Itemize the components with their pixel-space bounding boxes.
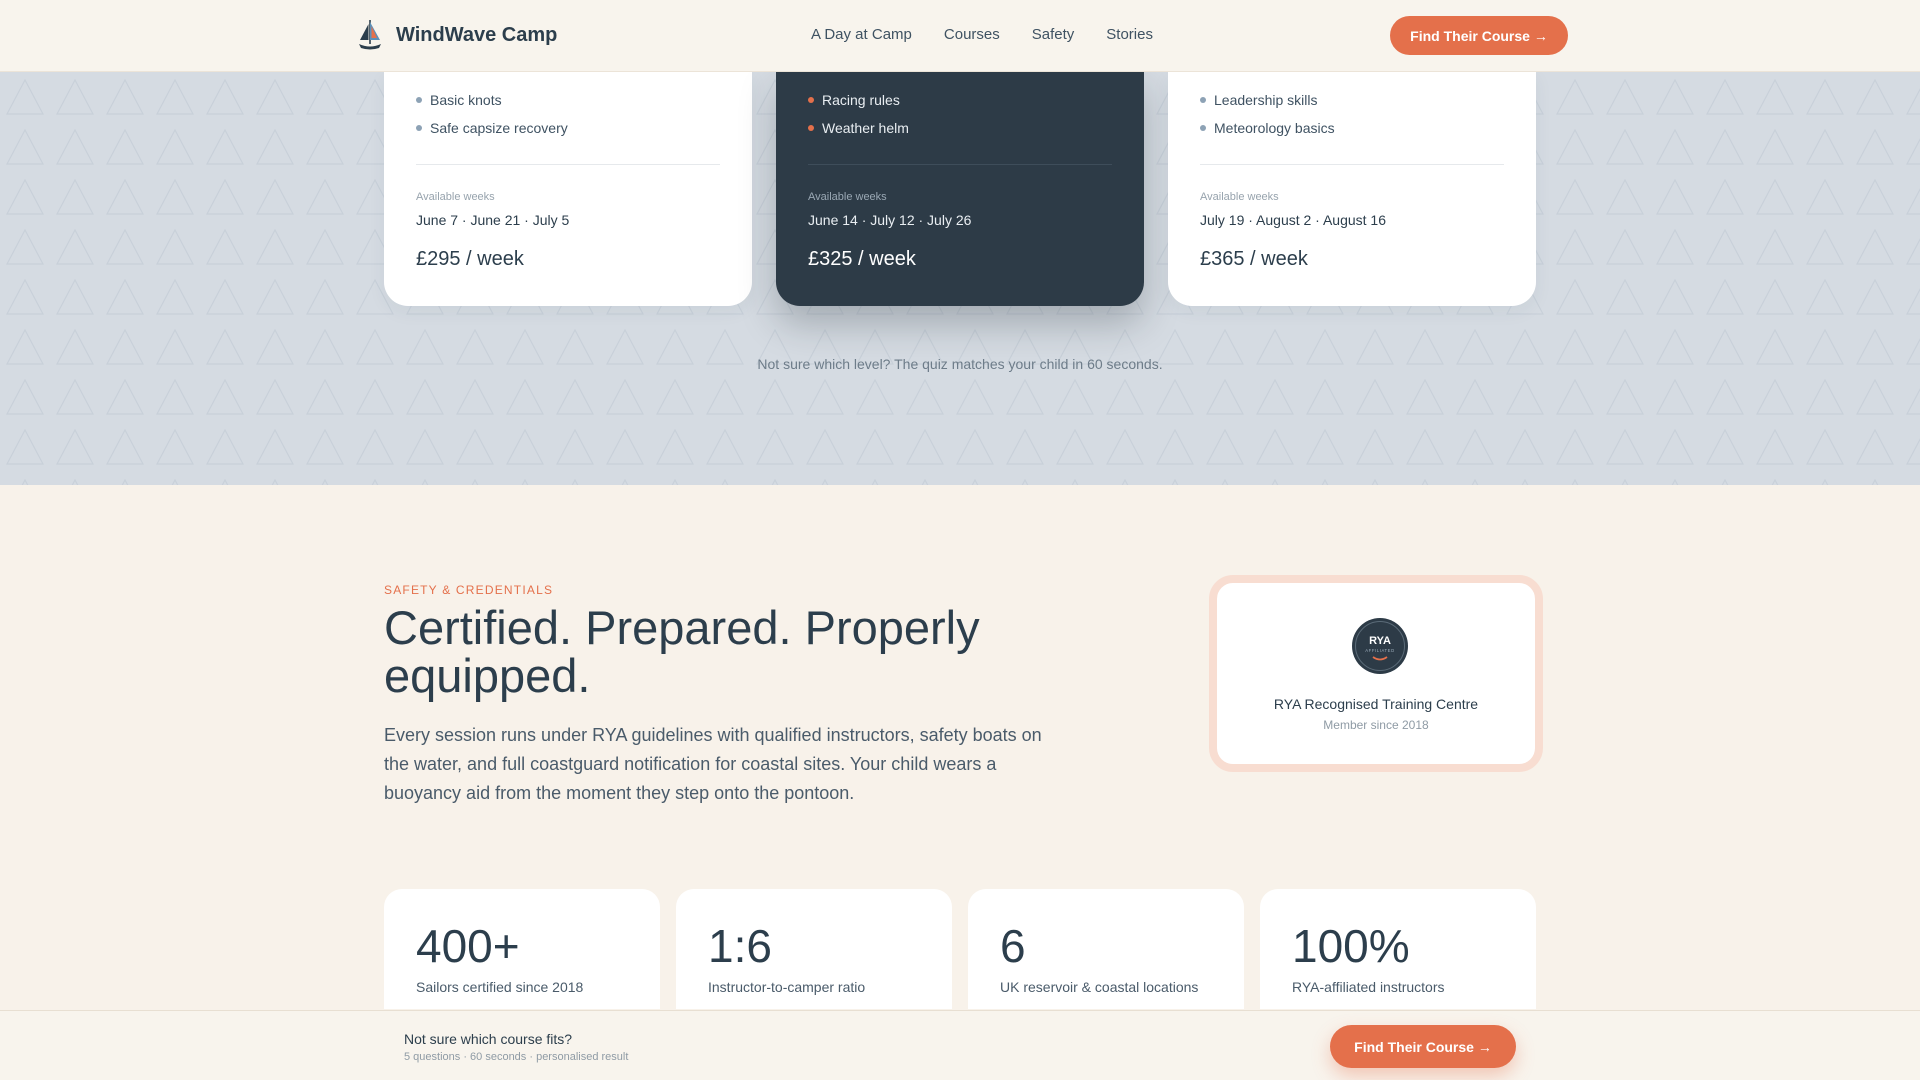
nav-link-courses[interactable]: Courses (944, 26, 1000, 43)
divider (1200, 164, 1504, 165)
course-price: £365 / week (1200, 248, 1308, 270)
weeks-value: June 14 · July 12 · July 26 (808, 212, 972, 228)
weeks-label: Available weeks (416, 191, 495, 203)
stat-card: 1:6 Instructor-to-camper ratio (676, 889, 952, 1009)
weeks-label: Available weeks (808, 191, 887, 203)
skill-item: Meteorology basics (1200, 114, 1335, 142)
course-card-beginner: Basic knots Safe capsize recovery Availa… (384, 72, 752, 306)
bullet-icon (416, 125, 422, 131)
course-card-intermediate: Racing rules Weather helm Available week… (776, 72, 1144, 306)
divider (416, 164, 720, 165)
badge-subtitle: Member since 2018 (1323, 718, 1429, 732)
skill-item: Basic knots (416, 86, 568, 114)
stat-number: 400+ (416, 920, 520, 972)
stat-card: 6 UK reservoir & coastal locations (968, 889, 1244, 1009)
badge-title: RYA Recognised Training Centre (1273, 696, 1479, 712)
stat-label: RYA-affiliated instructors (1292, 979, 1445, 995)
weeks-value: July 19 · August 2 · August 16 (1200, 212, 1387, 228)
skill-label: Meteorology basics (1214, 120, 1335, 136)
find-course-button[interactable]: Find Their Course → (1390, 16, 1568, 55)
course-card-advanced: Leadership skills Meteorology basics Ava… (1168, 72, 1536, 306)
nav-link-day-at-camp[interactable]: A Day at Camp (811, 26, 912, 43)
bullet-icon (808, 125, 814, 131)
stat-card: 400+ Sailors certified since 2018 (384, 889, 660, 1009)
seal-text: RYA (1369, 635, 1391, 647)
stat-label: UK reservoir & coastal locations (1000, 979, 1199, 995)
course-price: £325 / week (808, 248, 916, 270)
skill-label: Racing rules (822, 92, 900, 108)
nav-link-safety[interactable]: Safety (1032, 26, 1075, 43)
stat-number: 1:6 (708, 920, 772, 972)
skill-list: Racing rules Weather helm (808, 86, 909, 142)
stat-label: Instructor-to-camper ratio (708, 979, 866, 995)
section-body: Every session runs under RYA guidelines … (384, 725, 1042, 803)
weeks-label: Available weeks (1200, 191, 1279, 203)
rya-seal-icon: RYA AFFILIATED (1352, 618, 1408, 674)
sticky-find-course-button[interactable]: Find Their Course → (1330, 1025, 1516, 1068)
sticky-quiz-bar: Not sure which course fits? 5 questions … (0, 1010, 1920, 1080)
stat-number: 6 (1000, 920, 1026, 972)
stat-label: Sailors certified since 2018 (416, 979, 584, 995)
bullet-icon (1200, 125, 1206, 131)
top-navigation: WindWave Camp A Day at Camp Courses Safe… (0, 0, 1920, 72)
brand-link[interactable]: WindWave Camp (356, 18, 557, 52)
stat-card: 100% RYA-affiliated instructors (1260, 889, 1536, 1009)
skill-item: Racing rules (808, 86, 909, 114)
skill-label: Safe capsize recovery (430, 120, 568, 136)
section-title: Certified. Prepared. Properly equipped. (384, 601, 980, 702)
skill-item: Leadership skills (1200, 86, 1335, 114)
divider (808, 164, 1112, 165)
sticky-question: Not sure which course fits? (404, 1031, 573, 1047)
weeks-value: June 7 · June 21 · July 5 (416, 212, 570, 228)
stat-number: 100% (1292, 920, 1410, 972)
bullet-icon (416, 97, 422, 103)
sailboat-logo-icon (359, 20, 381, 50)
skill-item: Safe capsize recovery (416, 114, 568, 142)
courses-section: Basic knots Safe capsize recovery Availa… (0, 72, 1920, 485)
skill-label: Weather helm (822, 120, 909, 136)
course-price: £295 / week (416, 248, 524, 270)
brand-name: WindWave Camp (396, 23, 558, 46)
quiz-hint: Not sure which level? The quiz matches y… (757, 356, 1163, 372)
skill-list: Basic knots Safe capsize recovery (416, 86, 568, 142)
skill-list: Leadership skills Meteorology basics (1200, 86, 1335, 142)
skill-label: Leadership skills (1214, 92, 1318, 108)
bullet-icon (1200, 97, 1206, 103)
rya-badge-card: RYA AFFILIATED RYA Recognised Training C… (1209, 575, 1543, 772)
main-nav: A Day at Camp Courses Safety Stories (811, 26, 1153, 43)
sticky-meta: 5 questions · 60 seconds · personalised … (404, 1051, 629, 1063)
nav-link-stories[interactable]: Stories (1106, 26, 1153, 43)
seal-subtext: AFFILIATED (1365, 648, 1394, 653)
section-eyebrow: SAFETY & CREDENTIALS (384, 583, 554, 597)
skill-label: Basic knots (430, 92, 502, 108)
bullet-icon (808, 97, 814, 103)
skill-item: Weather helm (808, 114, 909, 142)
